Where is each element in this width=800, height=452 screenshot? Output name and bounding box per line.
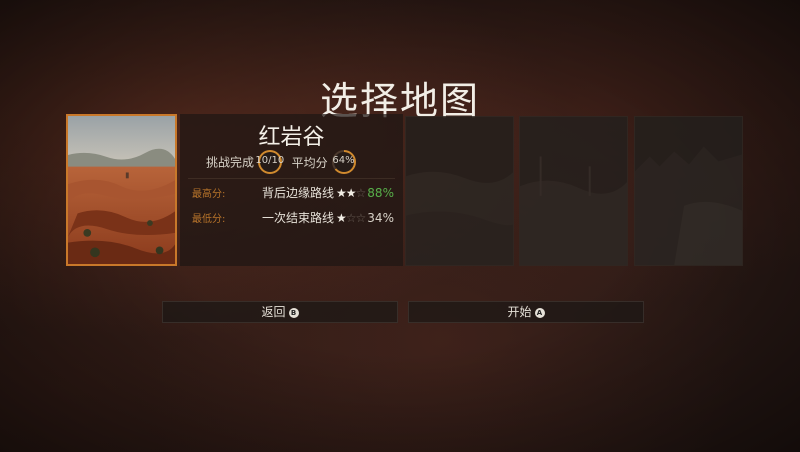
map-card-selected[interactable] (66, 114, 177, 266)
start-button[interactable]: 开始 A (408, 301, 644, 323)
star-empty-icon: ☆ (345, 211, 357, 225)
map-thumbnail-3 (520, 117, 627, 265)
map-card-4[interactable] (634, 116, 743, 266)
map-info-panel: 红岩谷 挑战完成 10/10 平均分 64% 最高分: 背后边缘路线 ★★☆ 88% … (180, 114, 403, 266)
map-carousel: 红岩谷 挑战完成 10/10 平均分 64% 最高分: 背后边缘路线 ★★☆ 88% … (66, 114, 746, 268)
stats-row: 挑战完成 10/10 平均分 64% (206, 150, 406, 174)
back-button[interactable]: 返回 B (162, 301, 398, 323)
map-name: 红岩谷 (258, 125, 325, 150)
challenge-value: 10/10 (255, 155, 285, 166)
a-button-icon: A (534, 307, 545, 318)
back-button-label: 返回 (261, 305, 286, 319)
route-worst-stars: ★☆☆ (336, 211, 367, 225)
average-progress-ring: 64% (331, 150, 356, 174)
route-best: 最高分: 背后边缘路线 ★★☆ 88% (192, 184, 400, 202)
average-label: 平均分 (291, 155, 328, 170)
map-card-2[interactable] (405, 116, 514, 266)
star-empty-icon: ☆ (355, 211, 367, 225)
challenge-label: 挑战完成 (206, 155, 255, 170)
route-best-percent: 88% (367, 186, 394, 200)
route-worst-percent: 34% (367, 211, 394, 225)
map-thumbnail-2 (406, 117, 513, 265)
star-filled-icon: ★ (336, 211, 347, 225)
start-button-label: 开始 (507, 305, 532, 319)
star-filled-icon: ★ (336, 186, 347, 200)
map-card-3[interactable] (519, 116, 628, 266)
route-best-stars: ★★☆ (336, 186, 367, 200)
divider (188, 178, 395, 179)
route-worst-name: 一次结束路线 (261, 211, 334, 225)
route-worst: 最低分: 一次结束路线 ★☆☆ 34% (192, 209, 400, 227)
challenge-progress-ring: 10/10 (255, 150, 284, 174)
route-best-label: 最高分: (192, 189, 226, 200)
route-worst-label: 最低分: (192, 214, 226, 225)
star-filled-icon: ★ (345, 186, 357, 200)
average-value: 64% (332, 155, 355, 166)
star-empty-icon: ☆ (355, 186, 367, 200)
red-canyon-thumbnail (68, 116, 175, 264)
b-button-icon: B (288, 307, 299, 318)
route-best-name: 背后边缘路线 (261, 186, 334, 200)
map-thumbnail-4 (635, 117, 742, 265)
